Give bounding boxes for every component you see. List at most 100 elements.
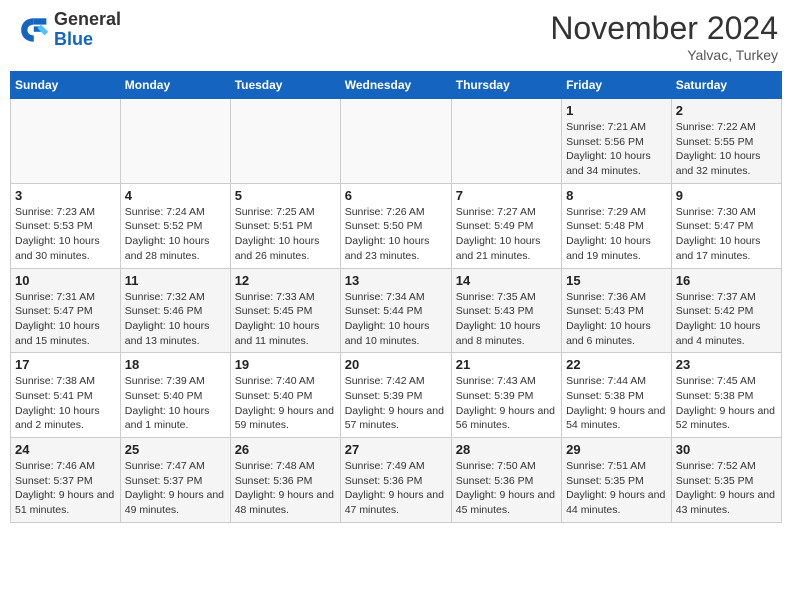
calendar-cell: 14Sunrise: 7:35 AMSunset: 5:43 PMDayligh… [451,268,561,353]
day-number: 25 [125,442,226,457]
day-info: Sunrise: 7:36 AMSunset: 5:43 PMDaylight:… [566,290,667,349]
day-info: Sunrise: 7:37 AMSunset: 5:42 PMDaylight:… [676,290,777,349]
calendar-cell: 2 Sunrise: 7:22 AMSunset: 5:55 PMDaylight… [671,99,781,184]
day-info: Sunrise: 7:49 AMSunset: 5:36 PMDaylight:… [345,459,447,518]
weekday-header-monday: Monday [120,72,230,99]
day-info: Sunrise: 7:45 AMSunset: 5:38 PMDaylight:… [676,374,777,433]
logo-icon [14,12,50,48]
calendar-cell: 3Sunrise: 7:23 AMSunset: 5:53 PMDaylight… [11,183,121,268]
day-number: 17 [15,357,116,372]
logo-blue-text: Blue [54,29,93,49]
calendar-week-row: 1 Sunrise: 7:21 AMSunset: 5:56 PMDaylight… [11,99,782,184]
day-number: 8 [566,188,667,203]
day-info: Sunrise: 7:24 AMSunset: 5:52 PMDaylight:… [125,205,226,264]
calendar-cell [120,99,230,184]
day-info: Sunrise: 7:48 AMSunset: 5:36 PMDaylight:… [235,459,336,518]
day-number: 20 [345,357,447,372]
calendar-week-row: 10Sunrise: 7:31 AMSunset: 5:47 PMDayligh… [11,268,782,353]
logo-general-text: General [54,9,121,29]
logo: General Blue [14,10,121,50]
calendar-cell: 11 Sunrise: 7:32 AMSunset: 5:46 PMDayligh… [120,268,230,353]
day-info: Sunrise: 7:21 AMSunset: 5:56 PMDaylight:… [566,120,667,179]
day-info: Sunrise: 7:40 AMSunset: 5:40 PMDaylight:… [235,374,336,433]
day-info: Sunrise: 7:47 AMSunset: 5:37 PMDaylight:… [125,459,226,518]
calendar-week-row: 3Sunrise: 7:23 AMSunset: 5:53 PMDaylight… [11,183,782,268]
day-number: 2 [676,103,777,118]
day-number: 27 [345,442,447,457]
day-info: Sunrise: 7:23 AMSunset: 5:53 PMDaylight:… [15,205,116,264]
calendar-cell [230,99,340,184]
weekday-header-saturday: Saturday [671,72,781,99]
day-number: 19 [235,357,336,372]
day-number: 26 [235,442,336,457]
month-title: November 2024 [550,10,778,47]
weekday-header-sunday: Sunday [11,72,121,99]
calendar-cell: 16 Sunrise: 7:37 AMSunset: 5:42 PMDayligh… [671,268,781,353]
calendar-table: SundayMondayTuesdayWednesdayThursdayFrid… [10,71,782,523]
day-info: Sunrise: 7:29 AMSunset: 5:48 PMDaylight:… [566,205,667,264]
calendar-cell: 22Sunrise: 7:44 AMSunset: 5:38 PMDayligh… [562,353,672,438]
calendar-cell: 23 Sunrise: 7:45 AMSunset: 5:38 PMDayligh… [671,353,781,438]
day-info: Sunrise: 7:32 AMSunset: 5:46 PMDaylight:… [125,290,226,349]
day-number: 30 [676,442,777,457]
calendar-cell: 17 Sunrise: 7:38 AMSunset: 5:41 PMDayligh… [11,353,121,438]
calendar-cell: 6 Sunrise: 7:26 AMSunset: 5:50 PMDaylight… [340,183,451,268]
day-info: Sunrise: 7:43 AMSunset: 5:39 PMDaylight:… [456,374,557,433]
calendar-cell: 29 Sunrise: 7:51 AMSunset: 5:35 PMDayligh… [562,438,672,523]
calendar-cell: 8 Sunrise: 7:29 AMSunset: 5:48 PMDaylight… [562,183,672,268]
calendar-cell [11,99,121,184]
day-number: 16 [676,273,777,288]
day-info: Sunrise: 7:33 AMSunset: 5:45 PMDaylight:… [235,290,336,349]
day-info: Sunrise: 7:22 AMSunset: 5:55 PMDaylight:… [676,120,777,179]
calendar-cell: 27 Sunrise: 7:49 AMSunset: 5:36 PMDayligh… [340,438,451,523]
calendar-cell: 19 Sunrise: 7:40 AMSunset: 5:40 PMDayligh… [230,353,340,438]
day-number: 10 [15,273,116,288]
calendar-cell: 26 Sunrise: 7:48 AMSunset: 5:36 PMDayligh… [230,438,340,523]
calendar-cell [340,99,451,184]
day-number: 15 [566,273,667,288]
calendar-cell: 9Sunrise: 7:30 AMSunset: 5:47 PMDaylight… [671,183,781,268]
day-info: Sunrise: 7:25 AMSunset: 5:51 PMDaylight:… [235,205,336,264]
calendar-cell: 25 Sunrise: 7:47 AMSunset: 5:37 PMDayligh… [120,438,230,523]
calendar-cell: 10Sunrise: 7:31 AMSunset: 5:47 PMDayligh… [11,268,121,353]
day-info: Sunrise: 7:27 AMSunset: 5:49 PMDaylight:… [456,205,557,264]
day-number: 29 [566,442,667,457]
day-number: 22 [566,357,667,372]
day-number: 28 [456,442,557,457]
calendar-cell: 12 Sunrise: 7:33 AMSunset: 5:45 PMDayligh… [230,268,340,353]
calendar-cell: 21 Sunrise: 7:43 AMSunset: 5:39 PMDayligh… [451,353,561,438]
location: Yalvac, Turkey [550,47,778,63]
calendar-header-row: SundayMondayTuesdayWednesdayThursdayFrid… [11,72,782,99]
calendar-cell: 7Sunrise: 7:27 AMSunset: 5:49 PMDaylight… [451,183,561,268]
calendar-week-row: 17 Sunrise: 7:38 AMSunset: 5:41 PMDayligh… [11,353,782,438]
calendar-cell: 13 Sunrise: 7:34 AMSunset: 5:44 PMDayligh… [340,268,451,353]
calendar-cell: 20 Sunrise: 7:42 AMSunset: 5:39 PMDayligh… [340,353,451,438]
calendar-cell: 4 Sunrise: 7:24 AMSunset: 5:52 PMDaylight… [120,183,230,268]
day-info: Sunrise: 7:42 AMSunset: 5:39 PMDaylight:… [345,374,447,433]
calendar-cell: 1 Sunrise: 7:21 AMSunset: 5:56 PMDaylight… [562,99,672,184]
day-number: 5 [235,188,336,203]
day-info: Sunrise: 7:26 AMSunset: 5:50 PMDaylight:… [345,205,447,264]
calendar-cell: 30Sunrise: 7:52 AMSunset: 5:35 PMDayligh… [671,438,781,523]
day-info: Sunrise: 7:51 AMSunset: 5:35 PMDaylight:… [566,459,667,518]
day-number: 1 [566,103,667,118]
day-number: 4 [125,188,226,203]
day-number: 18 [125,357,226,372]
calendar-week-row: 24Sunrise: 7:46 AMSunset: 5:37 PMDayligh… [11,438,782,523]
weekday-header-thursday: Thursday [451,72,561,99]
day-number: 12 [235,273,336,288]
day-info: Sunrise: 7:34 AMSunset: 5:44 PMDaylight:… [345,290,447,349]
calendar-cell: 5 Sunrise: 7:25 AMSunset: 5:51 PMDaylight… [230,183,340,268]
day-number: 21 [456,357,557,372]
day-number: 6 [345,188,447,203]
day-number: 23 [676,357,777,372]
calendar-cell: 15 Sunrise: 7:36 AMSunset: 5:43 PMDayligh… [562,268,672,353]
calendar-cell [451,99,561,184]
weekday-header-tuesday: Tuesday [230,72,340,99]
day-info: Sunrise: 7:35 AMSunset: 5:43 PMDaylight:… [456,290,557,349]
day-number: 11 [125,273,226,288]
weekday-header-wednesday: Wednesday [340,72,451,99]
day-info: Sunrise: 7:38 AMSunset: 5:41 PMDaylight:… [15,374,116,433]
day-info: Sunrise: 7:39 AMSunset: 5:40 PMDaylight:… [125,374,226,433]
day-number: 13 [345,273,447,288]
